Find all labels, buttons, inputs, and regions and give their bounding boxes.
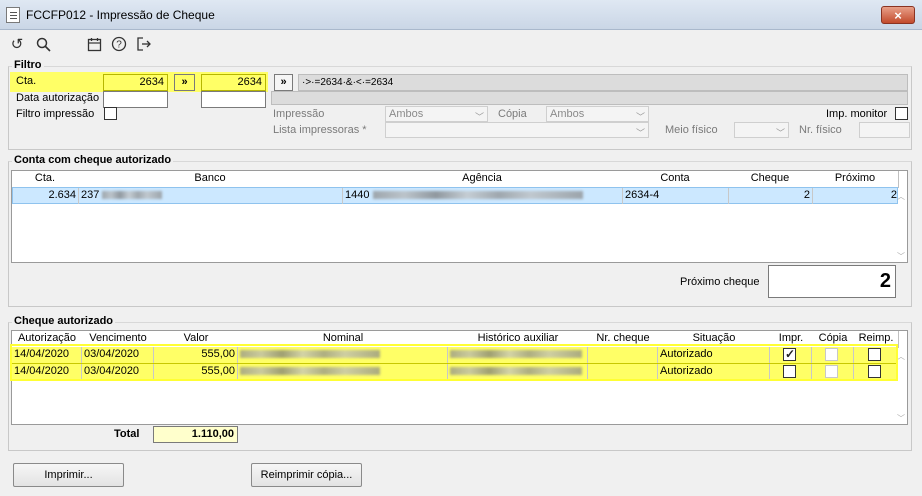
cta-to-input[interactable]: 2634: [201, 74, 266, 91]
imprimir-button[interactable]: Imprimir...: [13, 463, 124, 487]
copia-select[interactable]: Ambos ﹀: [546, 106, 649, 122]
filtro-impressao-checkbox[interactable]: [104, 107, 117, 120]
redacted-text: [372, 191, 583, 200]
cell-cta: 2.634: [13, 188, 79, 204]
impressao-label: Impressão: [273, 108, 325, 120]
scroll-up-icon[interactable]: ︿: [897, 351, 905, 362]
meio-fisico-label: Meio físico: [665, 124, 718, 136]
expression-button[interactable]: »: [274, 74, 293, 91]
filtro-title: Filtro: [12, 59, 44, 71]
lista-impressoras-select[interactable]: ﹀: [385, 122, 649, 138]
copia-value: Ambos: [550, 108, 585, 120]
app-document-icon: [6, 7, 20, 23]
redacted-text: [102, 191, 163, 200]
search-icon[interactable]: [34, 35, 52, 53]
cell-agencia: 1440: [343, 188, 623, 204]
filtro-impressao-label: Filtro impressão: [16, 108, 95, 120]
col-header-cheque[interactable]: Cheque: [728, 171, 813, 188]
proximo-cheque-input[interactable]: 2: [768, 265, 896, 298]
scroll-up-icon[interactable]: ︿: [897, 191, 905, 202]
data-autorizacao-from-input[interactable]: [103, 91, 168, 108]
total-label: Total: [114, 428, 140, 440]
copy-range-button[interactable]: »: [174, 74, 195, 91]
banco-code: 237: [81, 189, 100, 201]
conta-table: Cta. Banco Agência Conta Cheque Próximo …: [11, 170, 908, 263]
copia-label: Cópia: [498, 108, 527, 120]
table-row[interactable]: 2.634 237 1440 2634-4 2 2: [12, 187, 898, 204]
total-value: 1.110,00: [153, 426, 238, 443]
filter-expression-2: [271, 91, 908, 105]
help-icon[interactable]: ?: [110, 35, 128, 53]
agencia-code: 1440: [345, 189, 370, 201]
chevron-down-icon: ﹀: [775, 128, 785, 138]
cta-label: Cta.: [16, 75, 37, 87]
impressao-value: Ambos: [389, 108, 424, 120]
impressao-select[interactable]: Ambos ﹀: [385, 106, 488, 122]
proximo-cheque-label: Próximo cheque: [680, 276, 760, 288]
conta-title: Conta com cheque autorizado: [12, 154, 174, 166]
chevron-down-icon: ﹀: [635, 128, 645, 138]
cell-cheque: 2: [729, 188, 813, 204]
filter-expression: ·>·=2634·&·<·=2634: [298, 74, 908, 91]
close-button[interactable]: ×: [881, 6, 915, 24]
meio-fisico-select[interactable]: ﹀: [734, 122, 789, 138]
col-header-cta[interactable]: Cta.: [12, 171, 79, 188]
col-header-agencia[interactable]: Agência: [342, 171, 623, 188]
chevron-down-icon: ﹀: [635, 112, 645, 122]
data-autorizacao-label: Data autorização: [16, 92, 100, 104]
cheque-title: Cheque autorizado: [12, 315, 116, 327]
chevron-down-icon: ﹀: [474, 112, 484, 122]
cta-from-input[interactable]: 2634: [103, 74, 168, 91]
svg-text:?: ?: [116, 40, 122, 51]
exit-icon[interactable]: [135, 35, 153, 53]
cell-proximo: 2: [890, 189, 897, 201]
cell-conta: 2634-4: [623, 188, 729, 204]
reimprimir-copia-button[interactable]: Reimprimir cópia...: [251, 463, 362, 487]
nr-fisico-label: Nr. físico: [799, 124, 842, 136]
scroll-down-icon[interactable]: ﹀: [897, 251, 905, 262]
selection-highlight: [10, 344, 898, 381]
lista-impressoras-label: Lista impressoras *: [273, 124, 367, 136]
col-header-banco[interactable]: Banco: [78, 171, 343, 188]
imp-monitor-label: Imp. monitor: [826, 108, 888, 120]
col-header-proximo[interactable]: Próximo: [812, 171, 899, 188]
scroll-down-icon[interactable]: ﹀: [897, 413, 905, 424]
imp-monitor-checkbox[interactable]: [895, 107, 908, 120]
calendar-icon[interactable]: [85, 35, 103, 53]
undo-icon[interactable]: ↺: [8, 35, 26, 53]
col-header-conta[interactable]: Conta: [622, 171, 729, 188]
nr-fisico-input[interactable]: [859, 122, 910, 138]
cell-banco: 237: [79, 188, 343, 204]
data-autorizacao-to-input[interactable]: [201, 91, 266, 108]
window-title: FCCFP012 - Impressão de Cheque: [26, 8, 215, 22]
